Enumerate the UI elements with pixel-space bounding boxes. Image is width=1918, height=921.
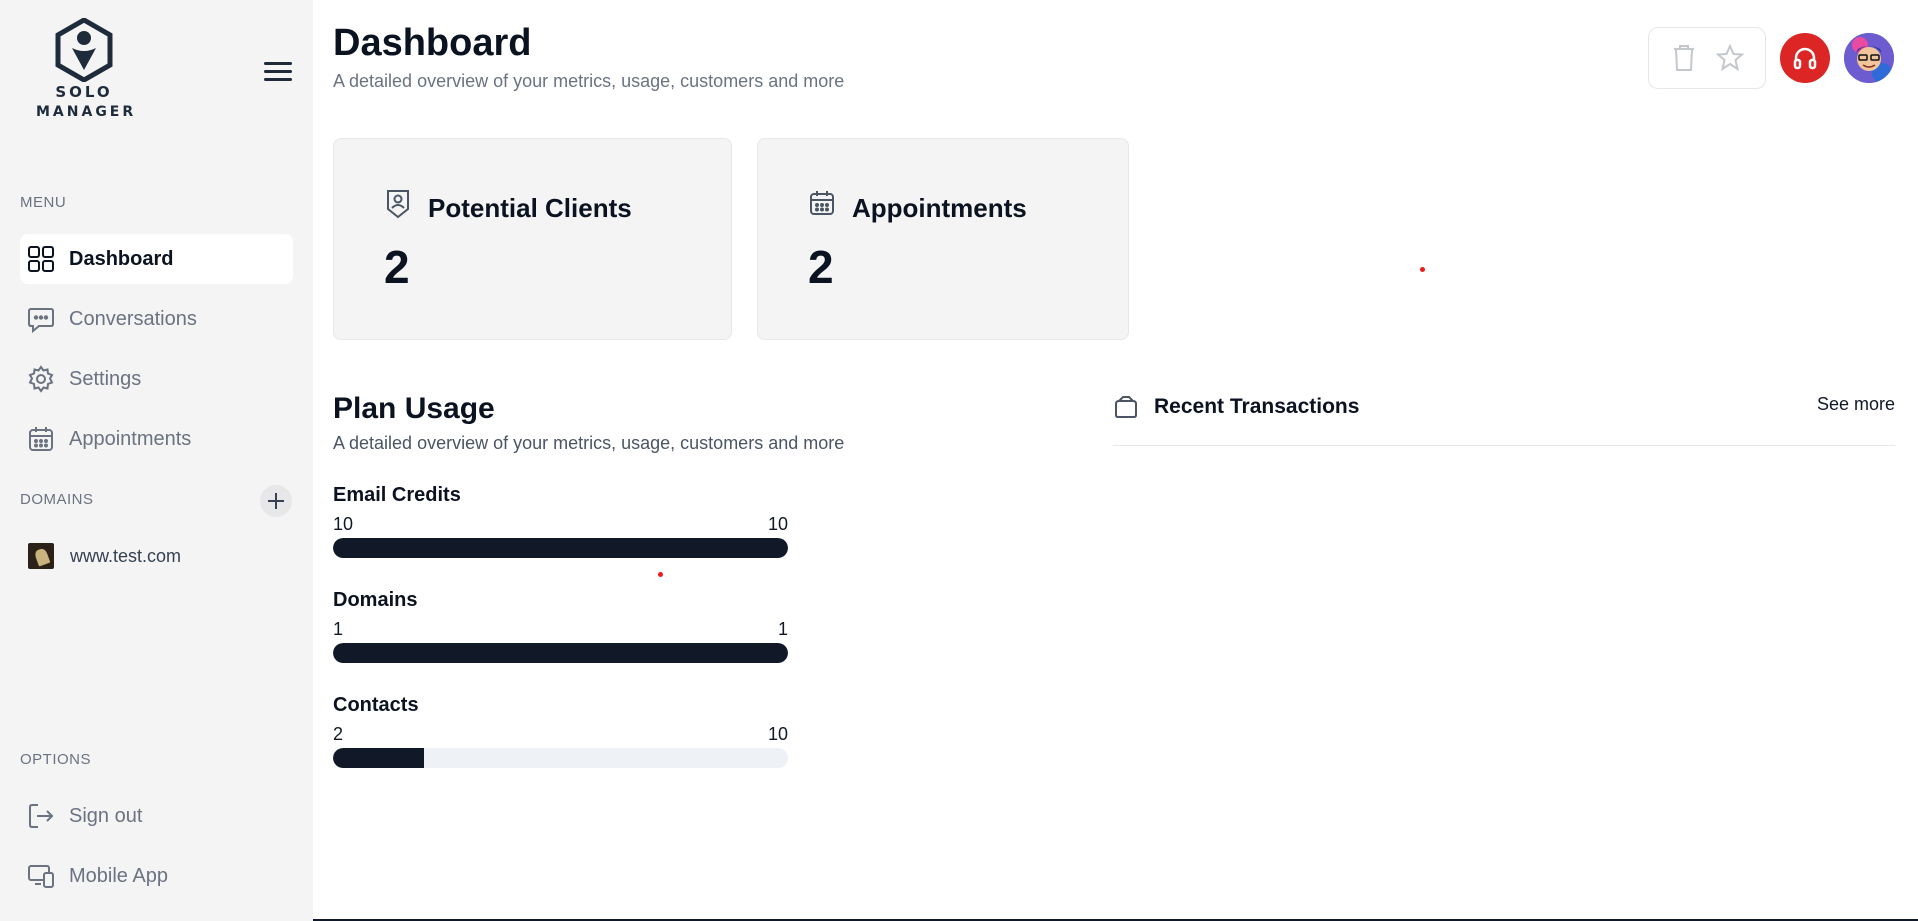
usage-progress-bar	[333, 538, 788, 558]
usage-limit: 10	[767, 514, 788, 534]
headphones-icon	[1793, 47, 1817, 70]
usage-name: Contacts	[333, 694, 419, 716]
usage-email-credits: Email Credits 10 10	[333, 484, 788, 558]
sidebar-item-dashboard[interactable]: Dashboard	[20, 234, 293, 284]
mobile-app-button[interactable]: Mobile App	[20, 851, 293, 901]
recent-transactions-header: Recent Transactions See more	[1113, 390, 1895, 446]
plus-icon	[268, 493, 284, 509]
usage-progress-fill	[333, 538, 788, 558]
sidebar-item-settings[interactable]: Settings	[20, 354, 293, 404]
domain-label: www.test.com	[70, 545, 182, 566]
usage-used: 1	[333, 619, 344, 639]
menu-toggle-icon[interactable]	[264, 62, 292, 86]
plan-usage-subtitle: A detailed overview of your metrics, usa…	[333, 433, 845, 453]
usage-domains: Domains 1 1	[333, 589, 788, 663]
sidebar-item-label: Conversations	[69, 307, 197, 330]
domains-section-label: DOMAINS	[20, 491, 94, 508]
calendar-icon	[808, 189, 836, 217]
sidebar-item-appointments[interactable]: Appointments	[20, 414, 293, 464]
trash-icon[interactable]	[1670, 44, 1698, 72]
chat-bubble-icon	[26, 304, 56, 334]
marker-dot	[1420, 267, 1425, 272]
plan-usage-title: Plan Usage	[333, 392, 495, 425]
usage-progress-bar	[333, 643, 788, 663]
sign-out-icon	[26, 801, 56, 831]
user-avatar-icon	[1844, 33, 1894, 83]
card-title: Potential Clients	[428, 193, 632, 223]
sidebar: SOLO MANAGER MENU Dashboard Conversation…	[0, 0, 313, 921]
potential-clients-card[interactable]: Potential Clients 2	[333, 138, 732, 340]
page-subtitle: A detailed overview of your metrics, usa…	[333, 71, 845, 91]
sidebar-item-conversations[interactable]: Conversations	[20, 294, 293, 344]
mobile-app-label: Mobile App	[69, 864, 168, 887]
user-badge-icon	[384, 189, 412, 219]
grid-icon	[26, 244, 56, 274]
page-title: Dashboard	[333, 22, 532, 64]
site-thumbnail	[28, 543, 54, 569]
see-more-link[interactable]: See more	[1817, 394, 1895, 415]
brand-line-2: MANAGER	[36, 104, 137, 120]
calendar-icon	[26, 424, 56, 454]
sign-out-button[interactable]: Sign out	[20, 791, 293, 841]
usage-contacts: Contacts 2 10	[333, 694, 788, 768]
usage-used: 10	[333, 514, 354, 534]
usage-name: Domains	[333, 589, 418, 611]
usage-progress-fill	[333, 748, 424, 768]
support-button[interactable]	[1780, 33, 1830, 83]
logo-mark-icon	[55, 18, 113, 82]
card-value: 2	[384, 241, 410, 293]
star-icon[interactable]	[1716, 44, 1744, 72]
header-toolbar	[1648, 27, 1766, 89]
gear-icon	[26, 364, 56, 394]
wallet-icon	[1113, 394, 1139, 420]
avatar[interactable]	[1844, 33, 1894, 83]
usage-used: 2	[333, 724, 344, 744]
sign-out-label: Sign out	[69, 804, 143, 827]
devices-icon	[26, 861, 56, 891]
usage-progress-bar	[333, 748, 788, 768]
domain-item[interactable]: www.test.com	[28, 540, 181, 572]
brand-logo[interactable]: SOLO MANAGER	[36, 18, 137, 122]
sidebar-item-label: Appointments	[69, 427, 192, 450]
card-title: Appointments	[852, 193, 1027, 223]
menu-section-label: MENU	[20, 194, 67, 211]
usage-limit: 10	[767, 724, 788, 744]
recent-transactions-title: Recent Transactions	[1154, 395, 1360, 418]
add-domain-button[interactable]	[260, 485, 292, 517]
brand-line-1: SOLO	[55, 83, 113, 101]
options-section-label: OPTIONS	[20, 751, 92, 768]
usage-name: Email Credits	[333, 484, 461, 506]
marker-dot	[658, 572, 663, 577]
appointments-card[interactable]: Appointments 2	[757, 138, 1129, 340]
sidebar-item-label: Settings	[69, 367, 142, 390]
usage-progress-fill	[333, 643, 788, 663]
card-value: 2	[808, 241, 834, 293]
usage-limit: 1	[777, 619, 788, 639]
sidebar-item-label: Dashboard	[69, 247, 174, 270]
